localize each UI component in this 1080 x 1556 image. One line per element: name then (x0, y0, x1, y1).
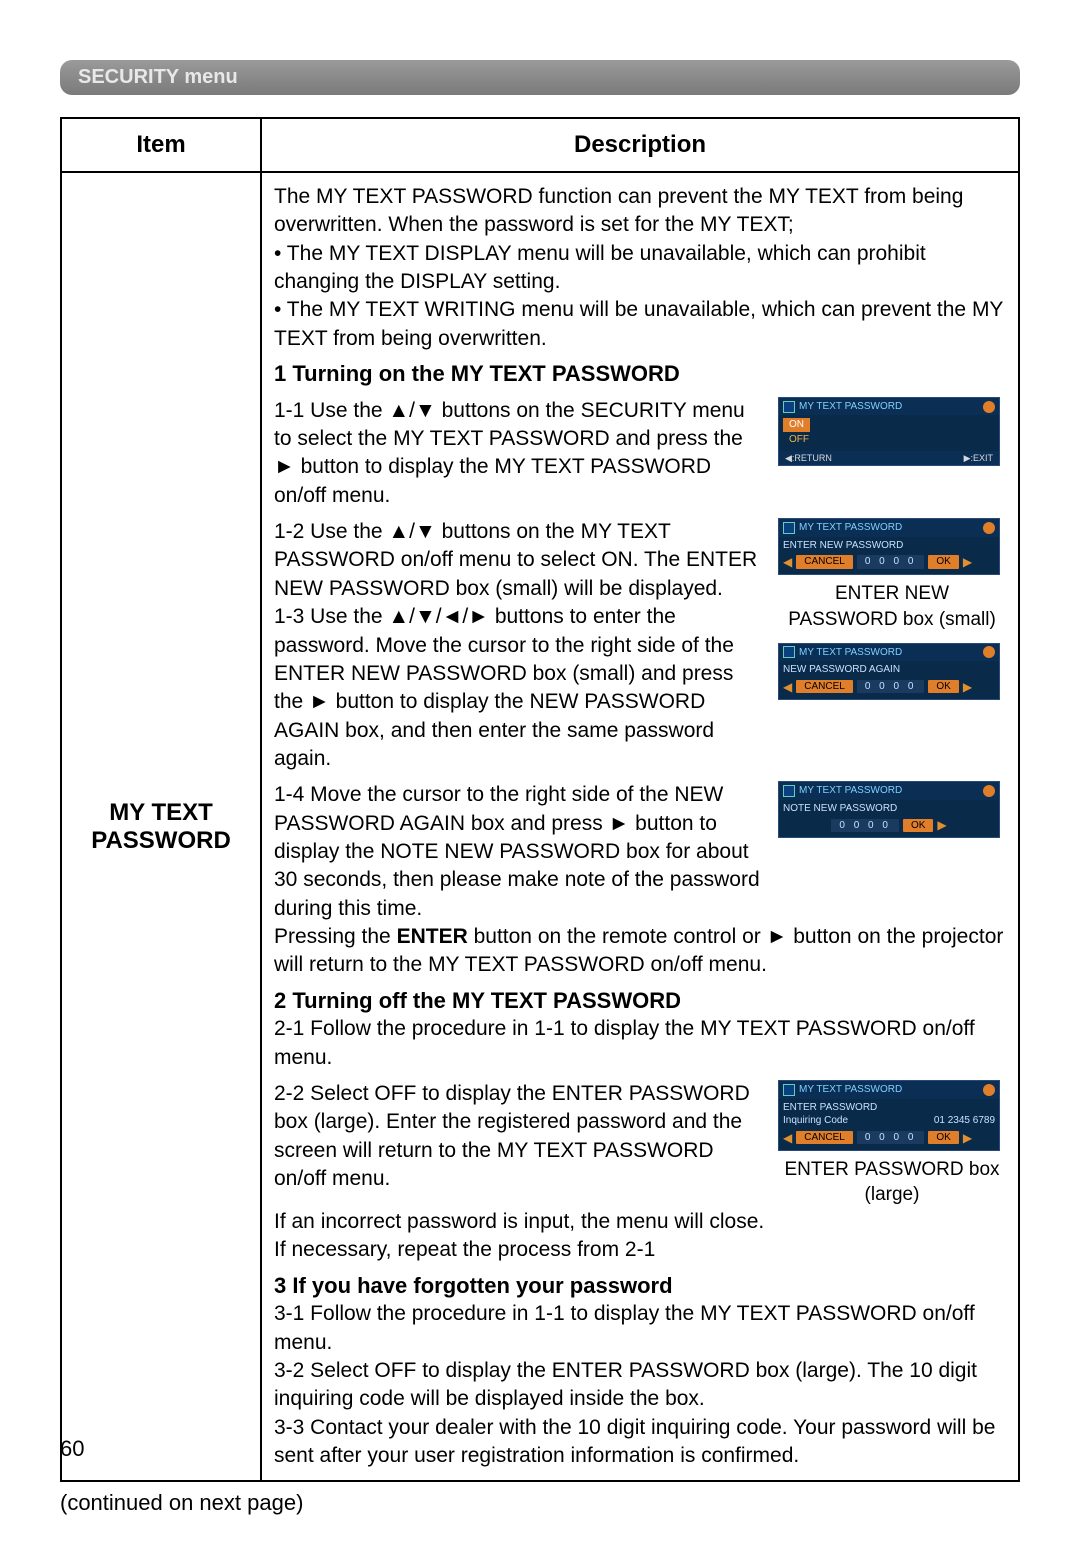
description-cell: The MY TEXT PASSWORD function can preven… (261, 172, 1019, 1481)
close-icon (983, 1084, 995, 1096)
item-label-line1: MY TEXT (74, 799, 248, 827)
close-icon (983, 401, 995, 413)
s2-post1: If an incorrect password is input, the m… (274, 1208, 1006, 1236)
note-new-password-dialog: MY TEXT PASSWORD NOTE NEW PASSWORD 0 0 0… (778, 781, 1000, 838)
ok-chip: OK (903, 819, 933, 833)
digits-box: 0 0 0 0 (857, 555, 925, 569)
cancel-chip: CANCEL (796, 555, 853, 569)
right-arrow-icon: ▶ (963, 1130, 972, 1146)
step-3-2: 3-2 Select OFF to display the ENTER PASS… (274, 1357, 1006, 1414)
item-cell: MY TEXT PASSWORD (61, 172, 261, 1481)
section1-title: 1 Turning on the MY TEXT PASSWORD (274, 359, 1006, 389)
s2-post2: If necessary, repeat the process from 2-… (274, 1236, 1006, 1264)
page-number: 60 (60, 1436, 84, 1462)
section-header: SECURITY menu (60, 60, 1020, 95)
step-1-3: 1-3 Use the ▲/▼/◄/► buttons to enter the… (274, 603, 768, 773)
digits-box: 0 0 0 0 (857, 680, 925, 694)
left-arrow-icon: ◀ (783, 679, 792, 695)
section3-title: 3 If you have forgotten your password (274, 1271, 1006, 1301)
caption-small-box: ENTER NEW PASSWORD box (small) (778, 581, 1006, 632)
ok-chip: OK (928, 680, 958, 694)
lock-icon (783, 646, 795, 658)
step-2-2: 2-2 Select OFF to display the ENTER PASS… (274, 1080, 768, 1193)
ok-chip: OK (928, 555, 958, 569)
ok-chip: OK (928, 1131, 958, 1145)
option-on: ON (783, 418, 810, 432)
col-header-item: Item (61, 118, 261, 172)
cancel-chip: CANCEL (796, 680, 853, 694)
close-icon (983, 522, 995, 534)
intro-b1: • The MY TEXT DISPLAY menu will be unava… (274, 240, 1006, 297)
left-arrow-icon: ◀ (783, 1130, 792, 1146)
step-1-1: 1-1 Use the ▲/▼ buttons on the SECURITY … (274, 397, 768, 510)
return-hint: ◀:RETURN (785, 452, 832, 464)
lock-icon (783, 401, 795, 413)
dialog-title: MY TEXT PASSWORD (799, 646, 983, 660)
close-icon (983, 785, 995, 797)
close-icon (983, 646, 995, 658)
dialog-title: MY TEXT PASSWORD (799, 1083, 983, 1097)
enter-bold: ENTER (397, 925, 468, 948)
dialog-title: MY TEXT PASSWORD (799, 400, 983, 414)
s1-post-a: Pressing the (274, 925, 397, 948)
left-arrow-icon: ◀ (783, 554, 792, 570)
digits-box: 0 0 0 0 (857, 1131, 925, 1145)
enter-password-label: ENTER PASSWORD (783, 1101, 995, 1115)
right-arrow-icon: ▶ (963, 554, 972, 570)
section2-title: 2 Turning off the MY TEXT PASSWORD (274, 986, 1006, 1016)
again-label: NEW PASSWORD AGAIN (783, 663, 995, 677)
step-1-2: 1-2 Use the ▲/▼ buttons on the MY TEXT P… (274, 518, 768, 603)
item-label-line2: PASSWORD (74, 827, 248, 855)
onoff-dialog: MY TEXT PASSWORD ON OFF ◀:RETURN ▶:EXIT (778, 397, 1000, 466)
digits-box: 0 0 0 0 (831, 819, 899, 833)
step-2-1: 2-1 Follow the procedure in 1-1 to displ… (274, 1015, 1006, 1072)
cancel-chip: CANCEL (796, 1131, 853, 1145)
right-arrow-icon: ▶ (963, 679, 972, 695)
inquiring-label: Inquiring Code (783, 1114, 848, 1128)
lock-icon (783, 522, 795, 534)
intro-b2: • The MY TEXT WRITING menu will be unava… (274, 296, 1006, 353)
intro-p1: The MY TEXT PASSWORD function can preven… (274, 183, 1006, 240)
enter-new-password-dialog: MY TEXT PASSWORD ENTER NEW PASSWORD ◀ CAN… (778, 518, 1000, 575)
option-off: OFF (783, 433, 815, 447)
inquiring-value: 01 2345 6789 (934, 1114, 995, 1128)
right-arrow-icon: ▶ (937, 817, 946, 833)
enter-password-large-dialog: MY TEXT PASSWORD ENTER PASSWORD Inquirin… (778, 1080, 1000, 1151)
caption-large-box: ENTER PASSWORD box (large) (778, 1157, 1006, 1208)
note-new-label: NOTE NEW PASSWORD (783, 802, 995, 816)
lock-icon (783, 1084, 795, 1096)
password-again-dialog: MY TEXT PASSWORD NEW PASSWORD AGAIN ◀ CAN… (778, 643, 1000, 700)
lock-icon (783, 785, 795, 797)
col-header-description: Description (261, 118, 1019, 172)
section1-post: Pressing the ENTER button on the remote … (274, 923, 1006, 980)
step-3-3: 3-3 Contact your dealer with the 10 digi… (274, 1414, 1006, 1471)
exit-hint: ▶:EXIT (964, 452, 993, 464)
step-3-1: 3-1 Follow the procedure in 1-1 to displ… (274, 1300, 1006, 1357)
continued-note: (continued on next page) (60, 1490, 1020, 1516)
dialog-title: MY TEXT PASSWORD (799, 784, 983, 798)
enter-new-label: ENTER NEW PASSWORD (783, 539, 995, 553)
main-table: Item Description MY TEXT PASSWORD The MY… (60, 117, 1020, 1482)
step-1-4: 1-4 Move the cursor to the right side of… (274, 781, 768, 923)
dialog-title: MY TEXT PASSWORD (799, 521, 983, 535)
